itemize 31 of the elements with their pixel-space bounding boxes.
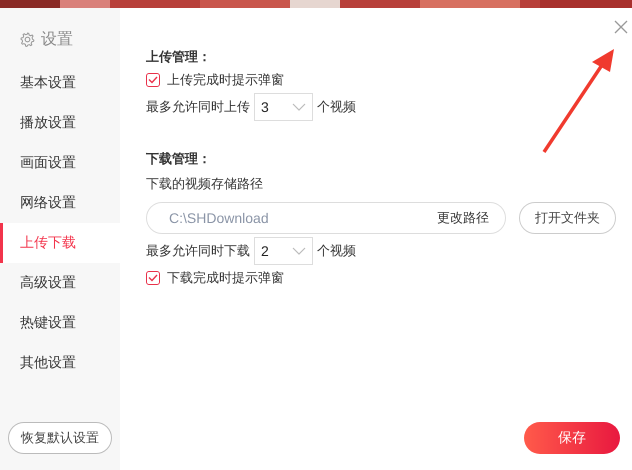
checkbox-label: 下载完成时提示弹窗 [167,269,284,287]
change-path-link[interactable]: 更改路径 [437,209,489,227]
number-dropdown[interactable]: 3 [254,93,313,121]
settings-icon [20,32,35,47]
checkbox-label: 上传完成时提示弹窗 [167,71,284,89]
unit-label: 个视频 [317,242,356,260]
limit-label: 最多允许同时上传 [146,98,250,116]
sidebar-item[interactable]: 高级设置 [0,263,120,303]
section-heading: 上传管理： [146,48,212,66]
save-button[interactable]: 保存 [524,422,620,454]
path-label: 下载的视频存储路径 [146,175,264,193]
sidebar-item[interactable]: 网络设置 [0,183,120,223]
sidebar-item[interactable]: 基本设置 [0,63,120,103]
section-heading: 下载管理： [146,150,212,168]
sidebar-item[interactable]: 画面设置 [0,143,120,183]
limit-label: 最多允许同时下载 [146,242,250,260]
number-dropdown[interactable]: 2 [254,237,313,265]
path-field[interactable]: C:\SHDownload 更改路径 [146,202,506,234]
checkbox[interactable] [146,73,160,87]
open-folder-button[interactable]: 打开文件夹 [519,202,616,234]
sidebar-item[interactable]: 上传下载 [0,223,120,263]
chevron-down-icon [292,103,306,111]
reset-defaults-button[interactable]: 恢复默认设置 [8,422,112,454]
unit-label: 个视频 [317,98,356,116]
checkbox[interactable] [146,271,160,285]
chevron-down-icon [292,247,306,255]
sidebar-item[interactable]: 热键设置 [0,303,120,343]
sidebar-item[interactable]: 播放设置 [0,103,120,143]
settings-title: 设置 [41,30,73,50]
sidebar-item[interactable]: 其他设置 [0,343,120,383]
close-icon[interactable] [614,20,628,34]
